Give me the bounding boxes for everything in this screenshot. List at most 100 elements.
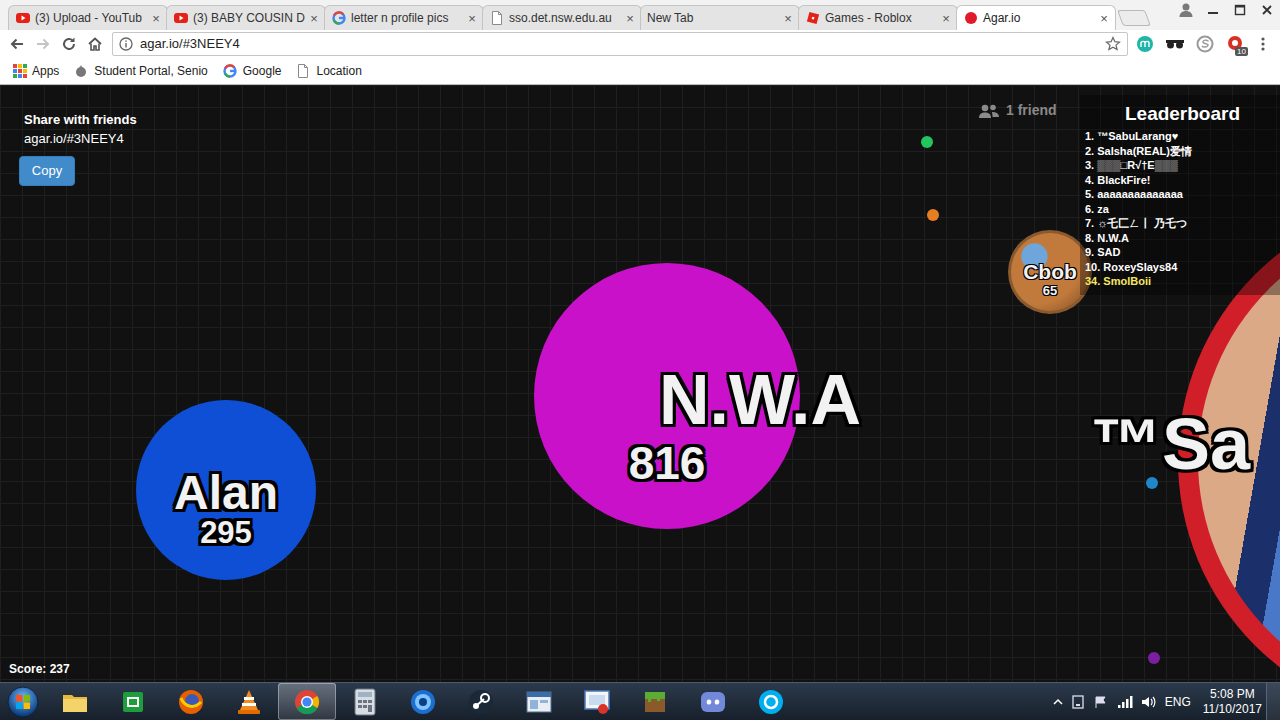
bookmark-label[interactable]: Student Portal, Senio (94, 62, 207, 80)
taskbar: ENG 5:08 PM11/10/2017 (0, 682, 1280, 720)
player-cell[interactable]: N.W.A816 (534, 263, 800, 529)
tab-label[interactable]: Agar.io (983, 9, 1095, 27)
info-icon[interactable] (119, 37, 133, 51)
tab-close-button[interactable]: × (625, 12, 635, 25)
steam-icon (467, 688, 495, 716)
bookmark-star-icon[interactable] (1105, 36, 1121, 52)
tab-close-button[interactable]: × (783, 12, 793, 25)
network-icon[interactable] (1117, 695, 1133, 709)
action-center-icon[interactable] (1093, 694, 1109, 710)
bookmark-item[interactable]: Location (290, 62, 366, 80)
clock[interactable]: 5:08 PM11/10/2017 (1199, 687, 1266, 717)
browser-tab[interactable]: Games - Roblox × (798, 5, 958, 30)
red-extension-icon[interactable]: 10 (1220, 31, 1250, 57)
show-desktop-button[interactable] (1266, 683, 1280, 720)
bookmark-item[interactable]: Apps (8, 62, 64, 80)
leaderboard-entry: 5. aaaaaaaaaaaaaa (1085, 187, 1280, 202)
tab-label[interactable]: (3) Upload - YouTub (35, 9, 147, 27)
tab-label[interactable]: New Tab (647, 9, 779, 27)
leaderboard-entry: 34. SmolBoii (1085, 274, 1280, 289)
tab-label[interactable]: Games - Roblox (825, 9, 937, 27)
bookmark-label[interactable]: Google (243, 62, 282, 80)
menu-icon[interactable] (1250, 31, 1276, 57)
taskbar-app[interactable] (684, 683, 742, 720)
blue-app-icon (409, 688, 437, 716)
taskbar-app[interactable] (452, 683, 510, 720)
browser-tab[interactable]: letter n profile pics × (324, 5, 484, 30)
friends-indicator[interactable]: 1 friend (978, 100, 1057, 121)
game-canvas[interactable]: Alan295N.W.A816Cbob65™SaShare with frien… (0, 85, 1280, 682)
tab-close-button[interactable]: × (1099, 12, 1109, 25)
browser-tab[interactable]: sso.det.nsw.edu.au × (482, 5, 642, 30)
address-bar[interactable]: agar.io/#3NEEY4 (112, 32, 1128, 56)
browser-tab[interactable]: (3) Upload - YouTub × (8, 5, 168, 30)
leaderboard: Leaderboard1. ™SabuLarang♥2. Salsha(REAL… (1080, 95, 1280, 295)
taskbar-app[interactable] (162, 683, 220, 720)
taskbar-app[interactable] (626, 683, 684, 720)
share-panel: Share with friendsagar.io/#3NEEY4Copy (19, 110, 137, 186)
cell-mass: 295 (200, 516, 252, 550)
reload-icon[interactable] (56, 31, 82, 57)
cell-name: Cbob (1023, 260, 1077, 283)
device-icon[interactable] (1071, 694, 1085, 710)
clock-date[interactable]: 11/10/2017 (1203, 702, 1262, 717)
discord-icon (699, 688, 727, 716)
leaderboard-entry: 6. za (1085, 202, 1280, 217)
copy-button[interactable]: Copy (19, 156, 75, 186)
bookmark-item[interactable]: Student Portal, Senio (68, 62, 212, 80)
bookmark-label[interactable]: Location (316, 62, 361, 80)
tab-label[interactable]: sso.det.nsw.edu.au (509, 9, 621, 27)
tab-close-button[interactable]: × (151, 12, 161, 25)
calculator-icon (353, 688, 377, 716)
browser-tab[interactable]: Agar.io × (956, 5, 1116, 30)
taskbar-app[interactable] (510, 683, 568, 720)
tab-label[interactable]: (3) BABY COUSIN D (193, 9, 305, 27)
taskbar-app[interactable] (394, 683, 452, 720)
store-icon (120, 689, 146, 715)
food-pellet (927, 209, 939, 221)
extension-icon[interactable] (1130, 31, 1160, 57)
close-window-icon[interactable] (1253, 0, 1280, 20)
leaderboard-entry: 9. SAD (1085, 245, 1280, 260)
address-text[interactable]: agar.io/#3NEEY4 (140, 34, 240, 54)
user-icon[interactable] (1172, 0, 1199, 20)
player-cell[interactable]: Alan295 (136, 400, 316, 580)
browser-tab[interactable]: New Tab × (640, 5, 800, 30)
forward-icon (30, 31, 56, 57)
maximize-icon[interactable] (1226, 0, 1253, 20)
language-indicator[interactable]: ENG (1165, 693, 1191, 711)
leaderboard-entry: 3. ▒▒▒□R√†E▒▒▒ (1085, 158, 1280, 173)
volume-icon[interactable] (1141, 695, 1157, 709)
taskbar-app[interactable] (104, 683, 162, 720)
taskbar-app[interactable] (278, 683, 336, 720)
tab-list: (3) Upload - YouTub×(3) BABY COUSIN D×le… (8, 5, 1114, 30)
glasses-extension-icon[interactable] (1160, 31, 1190, 57)
tab-close-button[interactable]: × (309, 12, 319, 25)
clock-time[interactable]: 5:08 PM (1203, 687, 1262, 702)
tab-close-button[interactable]: × (941, 12, 951, 25)
taskbar-app[interactable] (742, 683, 800, 720)
bookmark-item[interactable]: Google (217, 62, 287, 80)
taskbar-app[interactable] (220, 683, 278, 720)
browser-tab[interactable]: (3) BABY COUSIN D × (166, 5, 326, 30)
taskbar-app[interactable] (568, 683, 626, 720)
back-icon[interactable] (4, 31, 30, 57)
cell-mass: 816 (629, 438, 706, 489)
share-link[interactable]: agar.io/#3NEEY4 (19, 129, 137, 148)
taskbar-app[interactable] (46, 683, 104, 720)
taskbar-spacer (800, 683, 1053, 720)
start-button-icon[interactable] (0, 683, 46, 720)
tab-close-button[interactable]: × (467, 12, 477, 25)
minimize-icon[interactable] (1199, 0, 1226, 20)
taskbar-app[interactable] (336, 683, 394, 720)
nsw-icon (73, 63, 89, 79)
bookmark-label[interactable]: Apps (32, 62, 59, 80)
skype-extension-icon[interactable] (1190, 31, 1220, 57)
tab-label[interactable]: letter n profile pics (351, 9, 463, 27)
new-tab-button[interactable] (1117, 10, 1151, 26)
home-icon[interactable] (82, 31, 108, 57)
leaderboard-entry: 8. N.W.A (1085, 231, 1280, 246)
extension-badge: 10 (1235, 47, 1248, 56)
chrome-icon (293, 688, 321, 716)
show-hidden-icons-icon[interactable] (1053, 697, 1063, 707)
